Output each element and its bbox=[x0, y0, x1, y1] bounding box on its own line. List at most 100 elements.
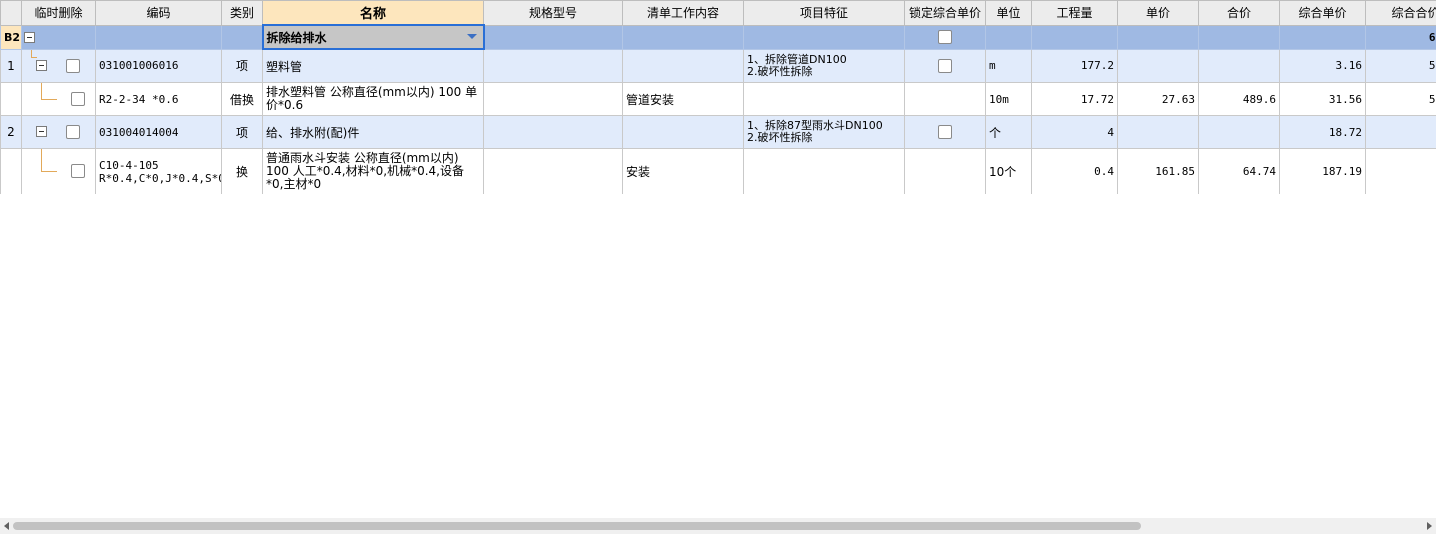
row-comp-price: 31.56 bbox=[1279, 82, 1366, 116]
row-feature[interactable]: 1、拆除87型雨水斗DN100 2.破坏性拆除 bbox=[743, 115, 905, 149]
header-unit[interactable]: 单位 bbox=[985, 0, 1032, 26]
row-amount bbox=[1198, 115, 1280, 149]
section-name: 拆除给排水 bbox=[266, 30, 327, 45]
section-price bbox=[1117, 24, 1199, 50]
row-price: 27.63 bbox=[1117, 82, 1199, 116]
row-name[interactable]: 塑料管 bbox=[262, 48, 484, 83]
header-amount[interactable]: 合价 bbox=[1198, 0, 1280, 26]
row-type: 项 bbox=[221, 115, 263, 149]
row-index: 1 bbox=[0, 48, 22, 83]
row-amount: 489.6 bbox=[1198, 82, 1280, 116]
header-spec[interactable]: 规格型号 bbox=[483, 0, 623, 26]
section-qty bbox=[1031, 24, 1118, 50]
row-unit: 10个 bbox=[985, 148, 1032, 194]
section-comp-price bbox=[1279, 24, 1366, 50]
lock-price-checkbox[interactable] bbox=[938, 30, 952, 45]
row-feature[interactable]: 1、拆除管道DN100 2.破坏性拆除 bbox=[743, 48, 905, 83]
dropdown-arrow-icon[interactable] bbox=[466, 34, 477, 39]
row-spec[interactable] bbox=[483, 48, 623, 83]
row-feature[interactable] bbox=[743, 148, 905, 194]
section-row[interactable]: B2 拆除给排水 6 bbox=[0, 24, 1436, 50]
row-comp-price: 187.19 bbox=[1279, 148, 1366, 194]
row-amount bbox=[1198, 48, 1280, 83]
row-spec[interactable] bbox=[483, 82, 623, 116]
section-index: B2 bbox=[0, 24, 22, 50]
header-feature[interactable]: 项目特征 bbox=[743, 0, 905, 26]
row-code: R2-2-34 *0.6 bbox=[95, 82, 222, 116]
boq-table: 临时删除 编码 类别 名称 规格型号 清单工作内容 项目特征 锁定综合单价 单位… bbox=[0, 0, 1436, 194]
table-row[interactable]: R2-2-34 *0.6 借换 排水塑料管 公称直径(mm以内) 100 单价*… bbox=[0, 82, 1436, 116]
row-feature[interactable] bbox=[743, 82, 905, 116]
row-name[interactable]: 给、排水附(配)件 bbox=[262, 115, 484, 149]
scrollbar-thumb[interactable] bbox=[13, 522, 1141, 530]
tree-cell bbox=[21, 48, 96, 83]
row-lock-cell bbox=[904, 148, 986, 194]
header-comp-total[interactable]: 综合合价 bbox=[1365, 0, 1436, 26]
scroll-right-icon[interactable] bbox=[1427, 522, 1432, 530]
section-work bbox=[622, 24, 744, 50]
tree-cell bbox=[21, 148, 96, 194]
row-lock-cell bbox=[904, 82, 986, 116]
feature-line: 1、拆除管道DN100 bbox=[747, 52, 847, 66]
feature-line: 2.破坏性拆除 bbox=[747, 131, 813, 144]
row-price bbox=[1117, 115, 1199, 149]
row-unit: m bbox=[985, 48, 1032, 83]
row-work[interactable]: 安装 bbox=[622, 148, 744, 194]
row-name[interactable]: 排水塑料管 公称直径(mm以内) 100 单价*0.6 bbox=[262, 82, 484, 116]
row-type: 项 bbox=[221, 48, 263, 83]
row-price bbox=[1117, 48, 1199, 83]
row-comp-total: 559.9 bbox=[1365, 48, 1436, 83]
row-index bbox=[0, 82, 22, 116]
temp-delete-checkbox[interactable] bbox=[66, 58, 80, 73]
row-work[interactable] bbox=[622, 115, 744, 149]
row-code: 031001006016 bbox=[95, 48, 222, 83]
temp-delete-checkbox[interactable] bbox=[71, 164, 85, 178]
row-qty[interactable]: 177.2 bbox=[1031, 48, 1118, 83]
table-row[interactable]: C10-4-105 R*0.4,C*0,J*0.4,S*0,Z*0 换 普通雨水… bbox=[0, 148, 1436, 194]
row-qty[interactable]: 17.72 bbox=[1031, 82, 1118, 116]
header-code[interactable]: 编码 bbox=[95, 0, 222, 26]
horizontal-scrollbar[interactable] bbox=[0, 518, 1436, 534]
temp-delete-checkbox[interactable] bbox=[71, 92, 85, 106]
collapse-icon[interactable] bbox=[24, 32, 35, 43]
lock-price-checkbox[interactable] bbox=[938, 59, 952, 73]
header-row: 临时删除 编码 类别 名称 规格型号 清单工作内容 项目特征 锁定综合单价 单位… bbox=[0, 0, 1436, 26]
header-quantity[interactable]: 工程量 bbox=[1031, 0, 1118, 26]
collapse-icon[interactable] bbox=[36, 59, 47, 71]
header-lock-price[interactable]: 锁定综合单价 bbox=[904, 0, 986, 26]
row-type: 换 bbox=[221, 148, 263, 194]
row-comp-total: 74.9 bbox=[1365, 115, 1436, 149]
header-work-content[interactable]: 清单工作内容 bbox=[622, 0, 744, 26]
row-comp-price: 18.72 bbox=[1279, 115, 1366, 149]
row-qty[interactable]: 4 bbox=[1031, 115, 1118, 149]
header-name[interactable]: 名称 bbox=[262, 0, 484, 26]
lock-price-checkbox[interactable] bbox=[938, 125, 952, 140]
scroll-left-icon[interactable] bbox=[4, 522, 9, 530]
row-index bbox=[0, 148, 22, 194]
table-row[interactable]: 1 031001006016 项 塑料管 1、拆除管道DN100 2.破坏性拆除… bbox=[0, 48, 1436, 83]
section-name-field[interactable]: 拆除给排水 bbox=[261, 24, 485, 50]
row-work[interactable]: 管道安装 bbox=[622, 82, 744, 116]
header-temp-delete[interactable]: 临时删除 bbox=[21, 0, 96, 26]
row-spec[interactable] bbox=[483, 115, 623, 149]
row-qty[interactable]: 0.4 bbox=[1031, 148, 1118, 194]
row-lock-cell bbox=[904, 48, 986, 83]
table-row[interactable]: 2 031004014004 项 给、排水附(配)件 1、拆除87型雨水斗DN1… bbox=[0, 115, 1436, 149]
header-index[interactable] bbox=[0, 0, 22, 26]
row-code: 031004014004 bbox=[95, 115, 222, 149]
collapse-icon[interactable] bbox=[36, 126, 47, 137]
temp-delete-checkbox[interactable] bbox=[66, 125, 80, 139]
row-spec[interactable] bbox=[483, 148, 623, 194]
section-toggle-cell bbox=[21, 24, 96, 50]
tree-cell bbox=[21, 82, 96, 116]
header-comp-price[interactable]: 综合单价 bbox=[1279, 0, 1366, 26]
section-type bbox=[221, 24, 263, 50]
section-lock-cell bbox=[904, 24, 986, 50]
row-type: 借换 bbox=[221, 82, 263, 116]
header-type[interactable]: 类别 bbox=[221, 0, 263, 26]
tree-cell bbox=[21, 115, 96, 149]
header-unit-price[interactable]: 单价 bbox=[1117, 0, 1199, 26]
row-work[interactable] bbox=[622, 48, 744, 83]
row-unit: 10m bbox=[985, 82, 1032, 116]
row-name[interactable]: 普通雨水斗安装 公称直径(mm以内) 100 人工*0.4,材料*0,机械*0.… bbox=[262, 148, 484, 194]
